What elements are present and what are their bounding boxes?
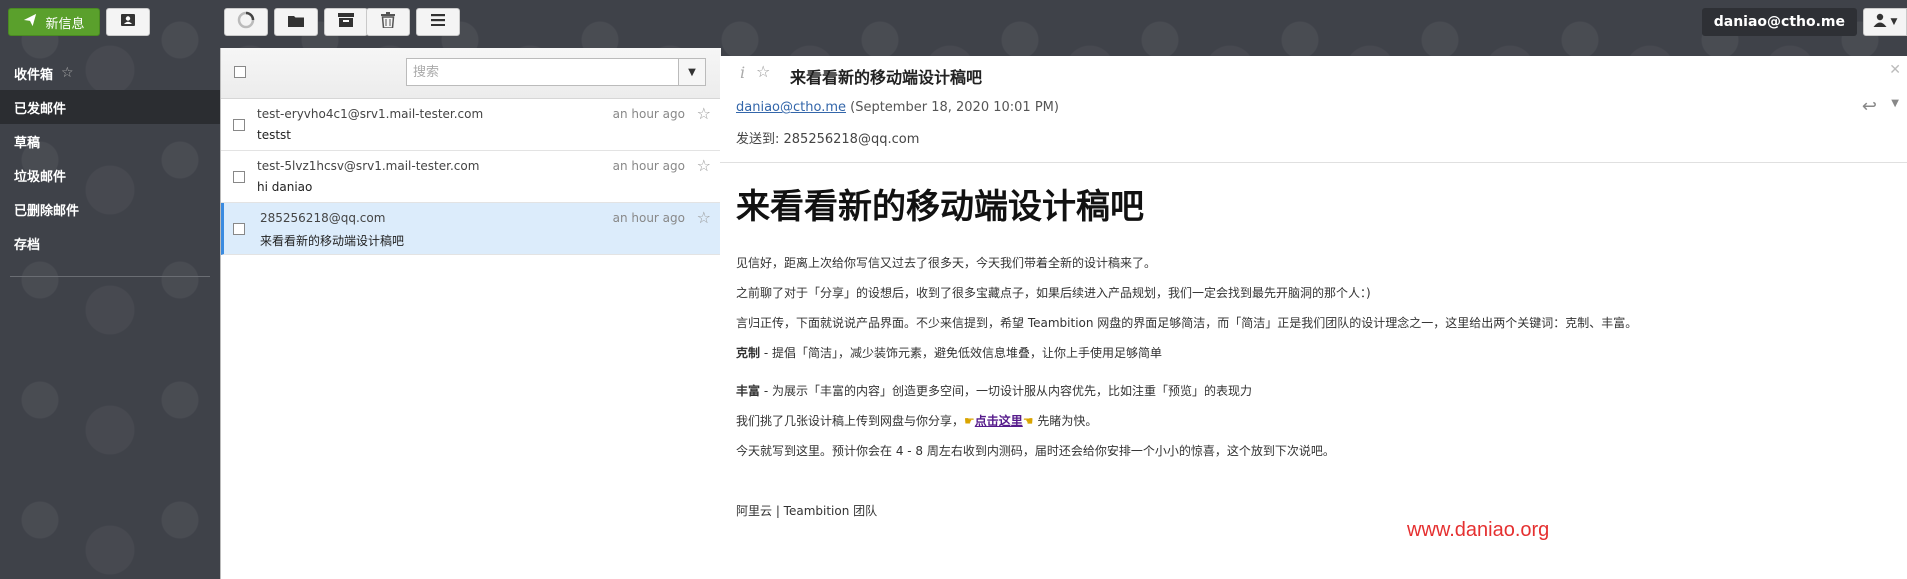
message-row-selected[interactable]: 285256218@qq.com 来看看新的移动端设计稿吧 an hour ag… [221, 203, 721, 255]
sidebar-item-archive[interactable]: 存档 [0, 226, 220, 260]
body-paragraph: 克制 - 提倡「简洁」，减少装饰元素，避免低效信息堆叠，让你上手使用足够简单 [736, 344, 1891, 362]
body-heading: 来看看新的移动端设计稿吧 [736, 187, 1144, 227]
archive-button[interactable] [324, 8, 368, 36]
message-list-panel: ▼ test-eryvho4c1@srv1.mail-tester.com te… [220, 48, 721, 579]
message-list-header: ▼ [221, 48, 721, 99]
message-header: i ☆ 来看看新的移动端设计稿吧 ✕ daniao@ctho.me (Septe… [720, 56, 1907, 163]
pointing-hand-icon: ☛ [964, 414, 975, 428]
star-icon[interactable]: ☆ [697, 156, 711, 175]
sidebar-divider [10, 276, 210, 277]
spinner-icon [237, 11, 255, 33]
contacts-button[interactable] [106, 8, 150, 36]
trash-icon [381, 12, 395, 32]
star-icon[interactable]: ☆ [697, 208, 711, 227]
message-sender: 285256218@qq.com [260, 211, 386, 225]
message-checkbox[interactable] [233, 119, 245, 131]
sender-link[interactable]: daniao@ctho.me [736, 100, 846, 115]
user-icon [1873, 13, 1887, 31]
message-sender: test-eryvho4c1@srv1.mail-tester.com [257, 107, 484, 121]
keyword-restraint: 克制 [736, 346, 761, 360]
move-folder-button[interactable] [274, 8, 318, 36]
keyword-rich: 丰富 [736, 384, 761, 398]
sidebar-item-junk[interactable]: 垃圾邮件 [0, 158, 220, 192]
folder-sidebar: 收件箱 ☆ 已发邮件 草稿 垃圾邮件 已删除邮件 存档 [0, 56, 220, 277]
user-menu-button[interactable]: ▼ [1863, 8, 1907, 36]
search-options-button[interactable]: ▼ [678, 59, 705, 85]
folder-icon [288, 14, 304, 31]
message-subject: testst [257, 128, 292, 142]
menu-icon [431, 14, 445, 30]
compose-label: 新信息 [45, 16, 85, 32]
message-subject: 来看看新的移动端设计稿吧 [260, 234, 405, 248]
body-paragraph: 丰富 - 为展示「丰富的内容」创造更多空间，一切设计服从内容优先，比如注重「预览… [736, 382, 1891, 400]
body-paragraph: 言归正传，下面就说说产品界面。不少来信提到，希望 Teambition 网盘的界… [736, 316, 1638, 330]
top-toolbar: 新信息 daniao@ctho.me ▼ [0, 0, 1907, 44]
close-icon[interactable]: ✕ [1889, 62, 1901, 78]
chevron-down-icon: ▼ [1890, 17, 1898, 27]
body-paragraph: 见信好，距离上次给你写信又过去了很多天，今天我们带着全新的设计稿来了。 [736, 256, 1157, 270]
sidebar-item-sent[interactable]: 已发邮件 [0, 90, 220, 124]
search-input[interactable] [407, 59, 678, 85]
message-time: an hour ago [612, 107, 685, 121]
delete-button[interactable] [366, 8, 410, 36]
message-body: 来看看新的移动端设计稿吧 见信好，距离上次给你写信又过去了很多天，今天我们带着全… [720, 163, 1907, 548]
keyword-desc: - 为展示「丰富的内容」创造更多空间，一切设计服从内容优先，比如注重「预览」的表… [760, 384, 1252, 398]
star-icon[interactable]: ☆ [756, 62, 770, 81]
body-paragraph: 我们挑了几张设计稿上传到网盘与你分享，☛点击这里☚ 先睹为快。 [736, 412, 1891, 430]
caret-down-icon: ▼ [688, 66, 696, 78]
watermark: www.daniao.org [1407, 519, 1550, 541]
sidebar-item-inbox[interactable]: 收件箱 ☆ [0, 56, 220, 90]
compose-button[interactable]: 新信息 [8, 8, 100, 36]
chevron-down-icon[interactable]: ▼ [1891, 98, 1899, 109]
reply-icon[interactable]: ↩ [1862, 96, 1877, 117]
pointing-hand-icon: ☚ [1022, 414, 1034, 428]
star-icon[interactable]: ☆ [697, 104, 711, 123]
search-box: ▼ [406, 58, 706, 86]
share-text-end: 先睹为快。 [1033, 414, 1098, 428]
sidebar-item-label: 已发邮件 [14, 101, 67, 117]
sidebar-item-label: 存档 [14, 237, 41, 253]
message-title: 来看看新的移动端设计稿吧 [790, 68, 983, 87]
message-checkbox[interactable] [233, 223, 245, 235]
message-row[interactable]: test-eryvho4c1@srv1.mail-tester.com test… [221, 99, 721, 151]
refresh-button[interactable] [224, 8, 268, 36]
message-subject: hi daniao [257, 180, 313, 194]
star-icon[interactable]: ☆ [61, 65, 74, 81]
body-paragraph: 之前聊了对于「分享」的设想后，收到了很多宝藏点子，如果后续进入产品规划，我们一定… [736, 286, 1371, 300]
message-time: an hour ago [612, 211, 685, 225]
sidebar-item-label: 草稿 [14, 135, 41, 151]
recipient-line: 发送到: 285256218@qq.com [736, 132, 920, 147]
signature: 阿里云 | Teambition 团队 [736, 504, 878, 518]
message-checkbox[interactable] [233, 171, 245, 183]
more-menu-button[interactable] [416, 8, 460, 36]
message-row[interactable]: test-5lvz1hcsv@srv1.mail-tester.com hi d… [221, 151, 721, 203]
keyword-desc: - 提倡「简洁」，减少装饰元素，避免低效信息堆叠，让你上手使用足够简单 [760, 346, 1162, 360]
sidebar-item-label: 已删除邮件 [14, 203, 80, 219]
sidebar-item-trash[interactable]: 已删除邮件 [0, 192, 220, 226]
sidebar-item-label: 收件箱 [14, 67, 54, 83]
send-icon [23, 13, 37, 31]
user-email-badge[interactable]: daniao@ctho.me [1701, 8, 1857, 36]
sender-line: daniao@ctho.me (September 18, 2020 10:01… [736, 100, 1059, 115]
contact-card-icon [120, 13, 136, 31]
body-paragraph: 今天就写到这里。预计你会在 4 - 8 周左右收到内测码，届时还会给你安排一个小… [736, 444, 1335, 458]
message-date: (September 18, 2020 10:01 PM) [850, 100, 1059, 115]
share-text: 我们挑了几张设计稿上传到网盘与你分享， [736, 414, 965, 428]
select-all-checkbox[interactable] [234, 66, 246, 78]
message-sender: test-5lvz1hcsv@srv1.mail-tester.com [257, 159, 480, 173]
message-time: an hour ago [612, 159, 685, 173]
click-here-link[interactable]: 点击这里 [975, 414, 1023, 428]
archive-icon [338, 13, 354, 31]
sidebar-item-label: 垃圾邮件 [14, 169, 67, 185]
sidebar-item-drafts[interactable]: 草稿 [0, 124, 220, 158]
info-icon[interactable]: i [740, 63, 745, 82]
reading-pane: i ☆ 来看看新的移动端设计稿吧 ✕ daniao@ctho.me (Septe… [720, 56, 1907, 579]
